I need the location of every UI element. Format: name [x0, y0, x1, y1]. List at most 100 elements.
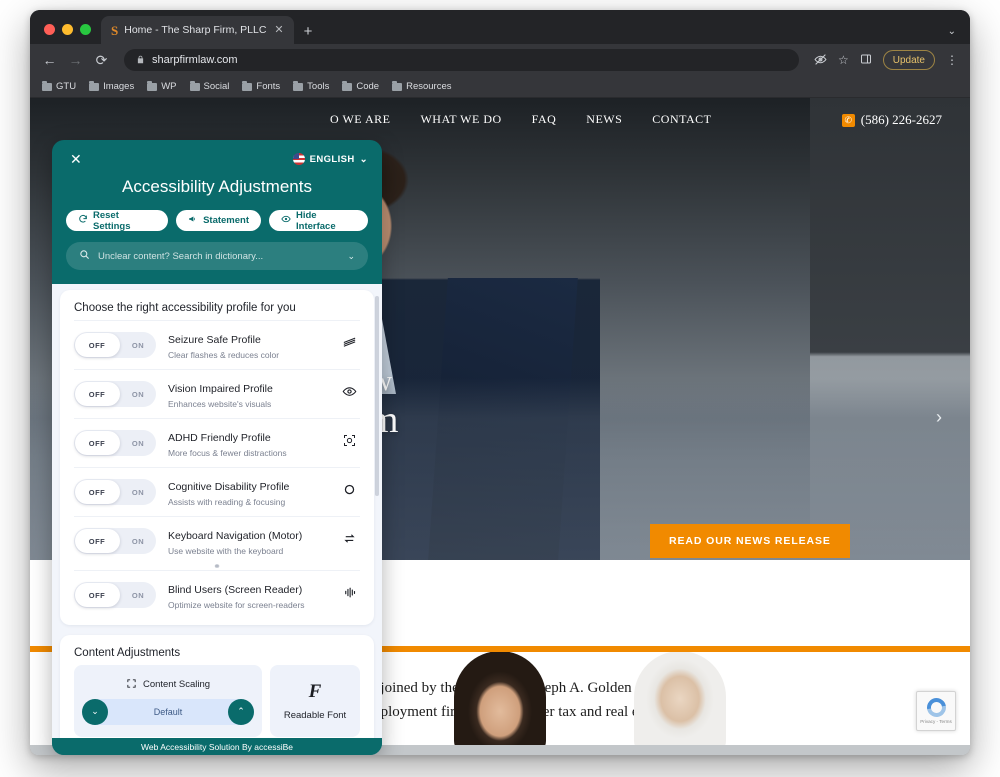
content-scaling-tile: Content Scaling ⌄ Default ⌃	[74, 665, 262, 737]
profile-description: Use website with the keyboard	[168, 546, 284, 556]
folder-icon	[392, 80, 403, 91]
serif-F-icon: F	[308, 681, 322, 702]
eye-icon	[338, 384, 360, 404]
content-scaling-increase-button[interactable]: ⌃	[228, 698, 254, 725]
language-label: ENGLISH	[309, 153, 355, 165]
toggle-keyboard-navigation[interactable]: OFF ON	[74, 528, 156, 554]
bookmark-item[interactable]: Code	[342, 80, 379, 92]
site-phone-link[interactable]: ✆ (586) 226-2627	[841, 112, 942, 128]
statement-label: Statement	[203, 215, 249, 226]
bookmark-item[interactable]: Tools	[293, 80, 329, 92]
nav-item-news[interactable]: NEWS	[586, 112, 622, 127]
close-icon[interactable]: ✕	[66, 150, 86, 168]
reload-button[interactable]: ⟳	[94, 53, 109, 67]
search-input[interactable]	[98, 250, 340, 262]
profile-texts: Keyboard Navigation (Motor) Use website …	[168, 526, 326, 556]
toggle-on-label: ON	[131, 536, 145, 546]
panel-footer[interactable]: Web Accessibility Solution By accessiBe	[52, 738, 382, 755]
nav-item-faq[interactable]: FAQ	[532, 112, 557, 127]
forward-button[interactable]: →	[68, 53, 83, 67]
bookmark-star-icon[interactable]: ☆	[838, 54, 849, 66]
nav-item-what-we-do[interactable]: WHAT WE DO	[420, 112, 501, 127]
bookmark-item[interactable]: Fonts	[242, 80, 280, 92]
arrows-swap-icon	[338, 531, 360, 551]
profile-name: Vision Impaired Profile	[168, 383, 273, 395]
toggle-off-label: OFF	[88, 590, 106, 600]
hide-interface-button[interactable]: Hide Interface	[269, 210, 368, 232]
address-bar-url: sharpfirmlaw.com	[152, 54, 238, 66]
bookmark-item[interactable]: Social	[189, 80, 229, 92]
profile-row-vision-impaired: OFF ON Vision Impaired Profile Enhances …	[74, 369, 360, 418]
bookmark-item[interactable]: Images	[89, 80, 134, 92]
language-selector[interactable]: ENGLISH ⌄	[292, 153, 368, 165]
toggle-blind-users[interactable]: OFF ON	[74, 582, 156, 608]
folder-icon	[89, 80, 100, 91]
reset-settings-label: Reset Settings	[93, 209, 131, 232]
profile-row-blind-users: OFF ON Blind Users (Screen Reader) Optim…	[74, 570, 360, 619]
toggle-adhd-friendly[interactable]: OFF ON	[74, 430, 156, 456]
folder-icon	[42, 80, 52, 91]
browser-tab[interactable]: S Home - The Sharp Firm, PLLC ✕	[101, 16, 294, 44]
expand-icon	[126, 678, 137, 692]
circle-icon	[338, 482, 360, 502]
content-scaling-decrease-button[interactable]: ⌄	[82, 698, 108, 725]
eye-icon	[281, 214, 291, 227]
toggle-on-label: ON	[131, 590, 145, 600]
toggle-cognitive-disability[interactable]: OFF ON	[74, 479, 156, 505]
recaptcha-icon	[922, 694, 950, 721]
reset-settings-button[interactable]: Reset Settings	[66, 209, 169, 232]
side-panel-icon[interactable]	[860, 53, 872, 67]
nav-item-who-we-are[interactable]: O WE ARE	[330, 112, 390, 127]
browser-menu-kebab-icon[interactable]: ⋮	[946, 54, 958, 66]
statement-button[interactable]: Statement	[176, 210, 261, 231]
profile-name: Blind Users (Screen Reader)	[168, 584, 303, 596]
back-button[interactable]: ←	[42, 53, 57, 67]
chevron-down-icon[interactable]: ⌄	[347, 251, 355, 262]
accessibility-panel-top-row: ✕ ENGLISH ⌄	[66, 150, 368, 168]
tab-favicon-icon: S	[111, 22, 119, 38]
bookmark-item[interactable]: Resources	[392, 80, 452, 92]
carousel-dot[interactable]	[554, 626, 561, 633]
profiles-section-title: Choose the right accessibility profile f…	[74, 302, 296, 314]
read-news-release-button[interactable]: READ OUR NEWS RELEASE	[650, 524, 850, 558]
panel-action-buttons: Reset Settings Statement Hide Interface	[66, 209, 368, 232]
accessibility-panel: ✕ ENGLISH ⌄ Accessibility Adjustments Re…	[52, 140, 382, 755]
carousel-dot[interactable]	[526, 626, 533, 633]
carousel-next-arrow-icon[interactable]: ›	[936, 408, 942, 426]
profile-description: Assists with reading & focusing	[168, 497, 286, 507]
update-button[interactable]: Update	[882, 50, 935, 70]
toggle-vision-impaired[interactable]: OFF ON	[74, 381, 156, 407]
recaptcha-label: Privacy - Terms	[920, 719, 952, 724]
dictionary-search-box[interactable]: ⌄	[66, 242, 368, 270]
new-tab-button[interactable]: +	[304, 24, 313, 39]
toggle-off-label: OFF	[88, 340, 106, 350]
folder-icon	[242, 80, 253, 91]
eye-off-icon[interactable]	[814, 53, 827, 68]
readable-font-tile[interactable]: F Readable Font	[270, 665, 360, 737]
bookmark-item[interactable]: WP	[147, 80, 177, 92]
profile-texts: Vision Impaired Profile Enhances website…	[168, 379, 326, 409]
carousel-dot[interactable]	[540, 626, 547, 633]
minimize-window-button[interactable]	[62, 24, 73, 35]
tab-close-icon[interactable]: ✕	[272, 24, 285, 36]
accessibility-panel-header: ✕ ENGLISH ⌄ Accessibility Adjustments Re…	[52, 140, 382, 284]
maximize-window-button[interactable]	[80, 24, 91, 35]
recaptcha-badge[interactable]: Privacy - Terms	[916, 691, 956, 731]
profile-description: Clear flashes & reduces color	[168, 350, 280, 360]
folder-icon	[189, 80, 200, 91]
panel-scroll-area[interactable]: Choose the right accessibility profile f…	[52, 284, 382, 738]
hero-carousel-dots[interactable]	[512, 626, 561, 633]
content-scaling-header: Content Scaling	[126, 678, 210, 692]
carousel-dot[interactable]	[512, 626, 519, 633]
toggle-off-label: OFF	[88, 536, 106, 546]
bookmark-item[interactable]: GTU	[42, 80, 76, 92]
profile-name: ADHD Friendly Profile	[168, 432, 271, 444]
close-window-button[interactable]	[44, 24, 55, 35]
panel-scrollbar[interactable]	[375, 296, 379, 496]
profile-row-cognitive-disability: OFF ON Cognitive Disability Profile Assi…	[74, 467, 360, 516]
nav-item-contact[interactable]: CONTACT	[652, 112, 711, 127]
tab-list-chevron-down-icon[interactable]: ⌄	[948, 26, 956, 37]
profile-texts: Blind Users (Screen Reader) Optimize web…	[168, 580, 326, 610]
toggle-seizure-safe[interactable]: OFF ON	[74, 332, 156, 358]
address-bar[interactable]: sharpfirmlaw.com	[124, 49, 799, 71]
